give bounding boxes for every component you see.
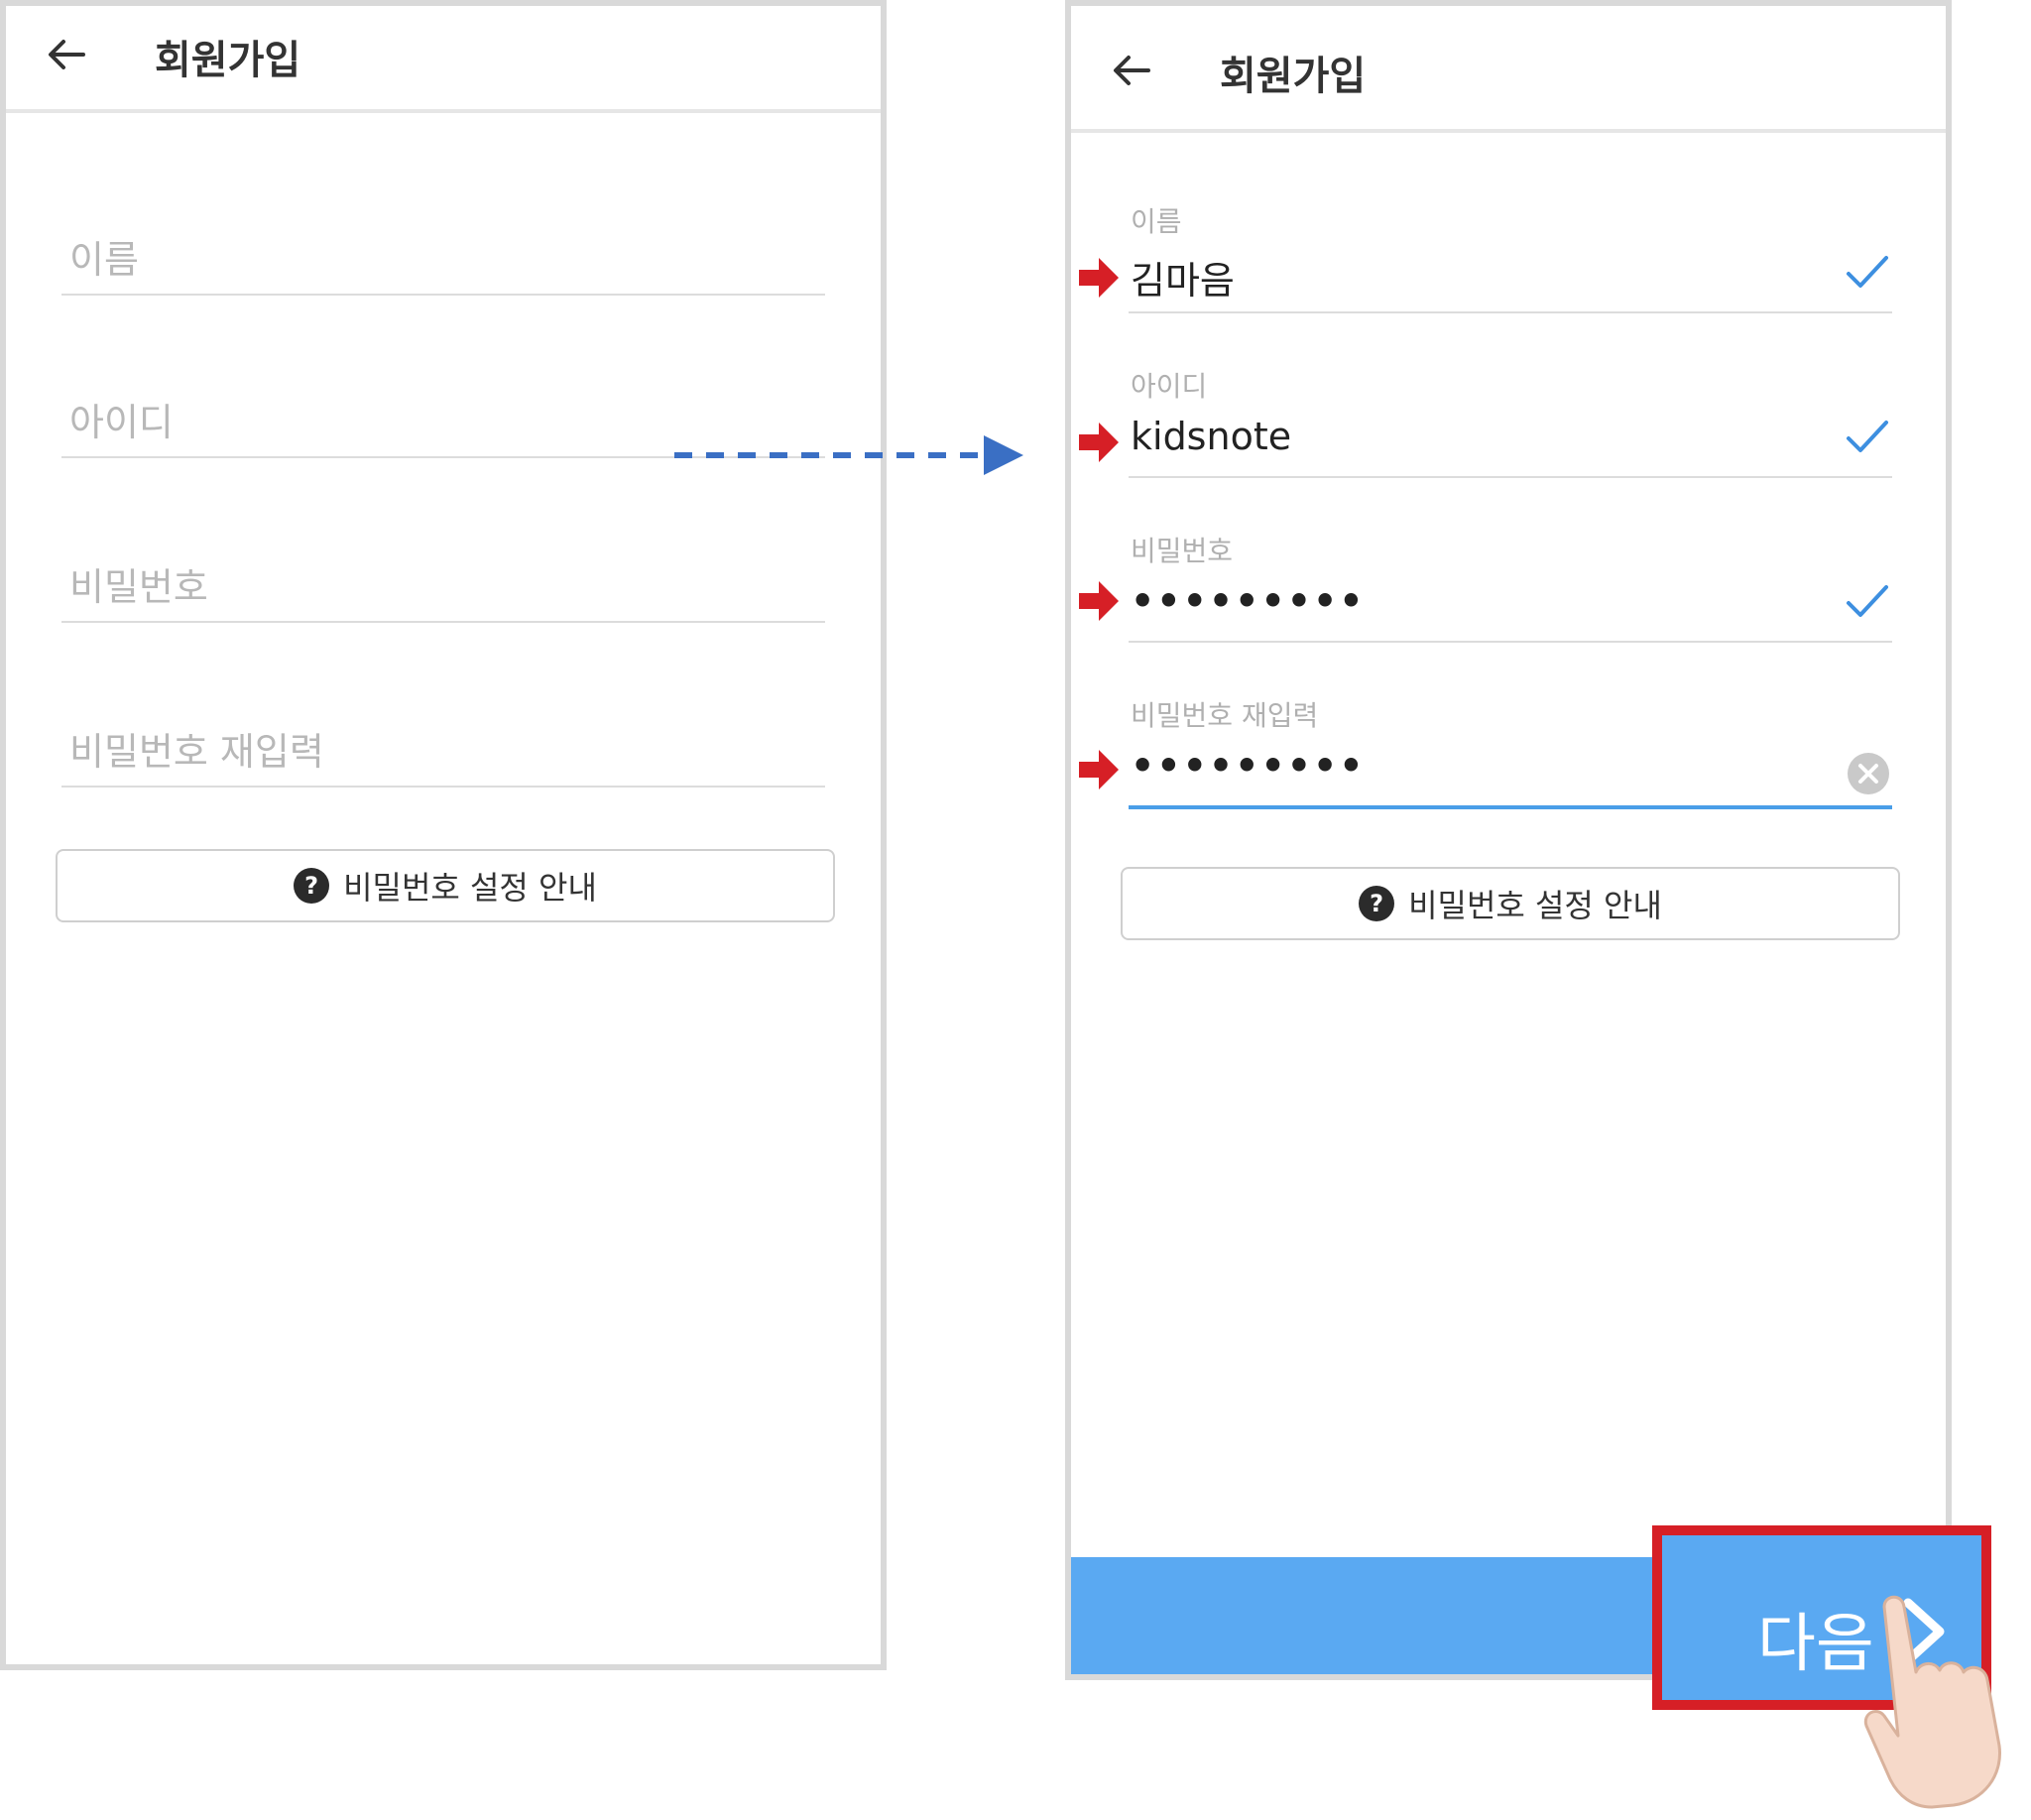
password-guide-button[interactable]: ? 비밀번호 설정 안내 [1121, 867, 1900, 940]
name-value: 김마음 [1131, 259, 1235, 303]
check-icon [1847, 256, 1888, 288]
id-underline [1129, 476, 1892, 478]
red-arrow-icon [1079, 258, 1119, 298]
password-placeholder: 비밀번호 [69, 565, 208, 609]
question-icon: ? [294, 868, 330, 904]
id-label: 아이디 [1131, 370, 1208, 403]
password-confirm-field[interactable]: 비밀번호 재입력 [61, 716, 825, 788]
dotted-arrow-icon [674, 435, 1023, 475]
pointing-hand-icon [1863, 1595, 2001, 1809]
question-icon: ? [1359, 886, 1395, 921]
app-bar: 회원가입 [6, 6, 881, 113]
password-confirm-placeholder: 비밀번호 재입력 [69, 730, 324, 774]
password-value: ••••••••• [1131, 579, 1366, 623]
password-guide-label: 비밀번호 설정 안내 [343, 869, 597, 907]
password-confirm-underline [1129, 805, 1892, 809]
check-icon [1847, 421, 1888, 452]
signup-screen-empty: 회원가입 이름 아이디 비밀번호 비밀번호 재입력 ? 비밀번호 설정 안내 [0, 0, 887, 1670]
password-field[interactable]: 비밀번호 [61, 551, 825, 623]
id-value: kidsnote [1131, 415, 1292, 458]
password-underline [1129, 641, 1892, 643]
name-underline [1129, 311, 1892, 313]
red-arrow-icon [1079, 750, 1119, 789]
password-confirm-label: 비밀번호 재입력 [1131, 699, 1319, 732]
clear-icon[interactable] [1847, 752, 1890, 795]
name-label: 이름 [1131, 205, 1182, 238]
page-title: 회원가입 [155, 38, 301, 83]
signup-screen-filled: 회원가입 이름 김마음 아이디 kidsnote 비밀번호 ••••••••• … [1065, 0, 1952, 1680]
app-bar: 회원가입 [1071, 6, 1946, 133]
password-confirm-field[interactable]: 비밀번호 재입력 ••••••••• [1129, 694, 1892, 813]
password-guide-label: 비밀번호 설정 안내 [1408, 887, 1662, 924]
back-arrow-icon[interactable] [40, 28, 93, 81]
id-placeholder: 아이디 [69, 401, 174, 444]
page-title: 회원가입 [1220, 54, 1367, 99]
name-field[interactable]: 이름 김마음 [1129, 200, 1892, 319]
password-guide-button[interactable]: ? 비밀번호 설정 안내 [56, 849, 835, 922]
back-arrow-icon[interactable] [1105, 44, 1158, 97]
check-icon [1847, 585, 1888, 617]
password-confirm-value: ••••••••• [1131, 744, 1366, 788]
name-field[interactable]: 이름 [61, 224, 825, 296]
id-field[interactable]: 아이디 kidsnote [1129, 365, 1892, 484]
password-field[interactable]: 비밀번호 ••••••••• [1129, 530, 1892, 649]
password-label: 비밀번호 [1131, 535, 1234, 567]
name-placeholder: 이름 [69, 238, 139, 282]
red-arrow-icon [1079, 423, 1119, 462]
red-arrow-icon [1079, 581, 1119, 621]
